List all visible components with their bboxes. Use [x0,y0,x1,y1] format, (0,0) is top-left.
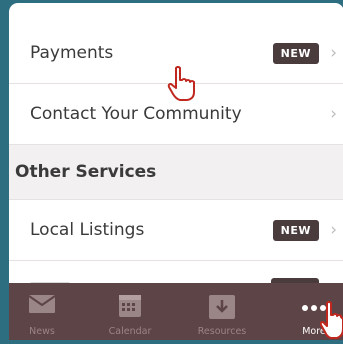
mail-icon [28,295,56,317]
tab-news[interactable]: News [9,283,75,340]
new-badge: NEW [272,220,319,241]
list-item-local-listings[interactable]: Local Listings NEW › [9,200,343,261]
tab-bar: News Calendar Resources More [9,283,343,340]
list-item-label: Payments [30,43,114,63]
chevron-right-icon: › [330,43,337,63]
tab-calendar[interactable]: Calendar [97,283,163,340]
tab-resources[interactable]: Resources [185,283,259,340]
section-title: Other Services [15,162,157,182]
calendar-icon [119,295,141,321]
tab-label: News [29,326,55,337]
hand-cursor-icon [319,301,343,344]
app-screen: Payments NEW › Contact Your Community › … [9,3,343,340]
download-icon [209,295,235,323]
new-badge: NEW [272,43,319,64]
tab-label: Calendar [108,326,152,337]
tab-label: Resources [197,326,247,337]
hand-cursor-icon [167,66,197,106]
list-item-label: Contact Your Community [30,104,242,124]
section-header-other-services: Other Services [9,145,343,200]
chevron-right-icon: › [330,220,337,240]
chevron-right-icon: › [330,104,337,124]
list-item-label: Local Listings [30,220,145,240]
